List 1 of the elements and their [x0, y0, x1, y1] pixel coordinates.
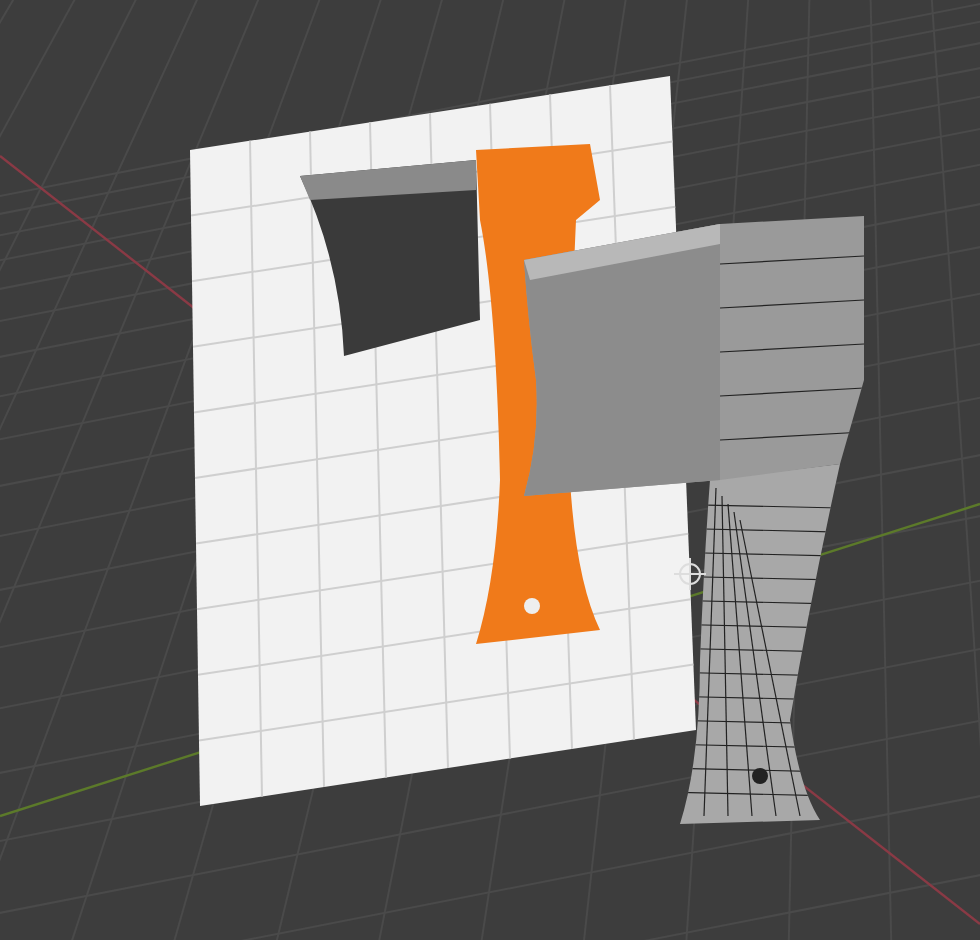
origin-cursor-icon: [673, 557, 707, 591]
